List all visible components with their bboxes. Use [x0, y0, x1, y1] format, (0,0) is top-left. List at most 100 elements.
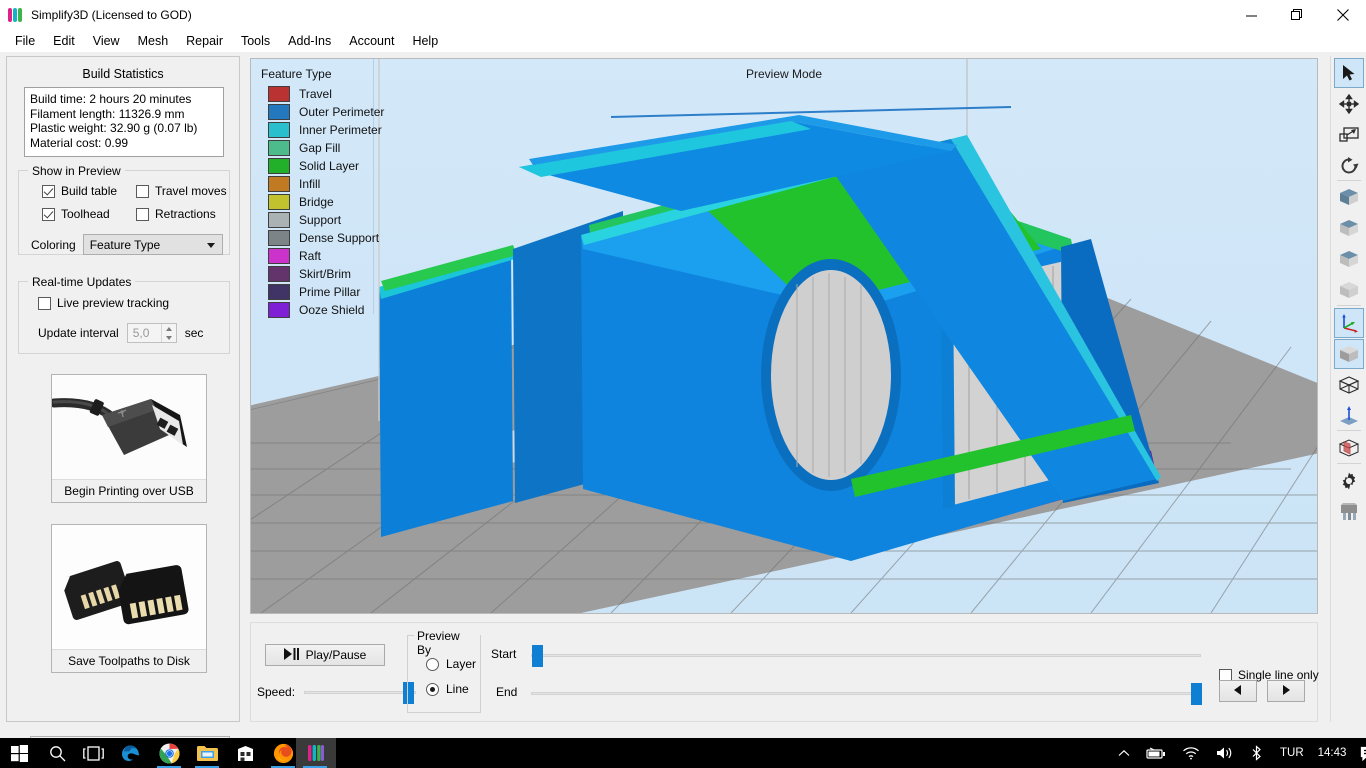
left-panel: Build Statistics Build time: 2 hours 20 …	[6, 56, 240, 767]
legend-label-bridge: Bridge	[299, 195, 334, 209]
wifi-icon[interactable]	[1174, 738, 1208, 768]
toolhead-checkbox-box[interactable]	[42, 207, 55, 221]
checkbox-build-table[interactable]: Build table	[42, 184, 117, 198]
store-icon[interactable]	[226, 738, 264, 768]
save-toolpaths-to-disk-button[interactable]: Save Toolpaths to Disk	[51, 524, 207, 673]
minimize-icon[interactable]	[1228, 0, 1274, 30]
menu-mesh[interactable]: Mesh	[129, 31, 178, 51]
simplify3d-icon[interactable]	[296, 738, 336, 768]
cross-section-tool[interactable]	[1334, 433, 1364, 463]
clock[interactable]: 14:43	[1312, 738, 1353, 768]
retractions-label: Retractions	[155, 207, 216, 221]
play-pause-label: Play/Pause	[305, 648, 367, 662]
edge-icon[interactable]	[112, 738, 150, 768]
preview-viewport[interactable]: Preview Mode Feature Type Travel Outer P…	[250, 58, 1318, 614]
live-preview-checkbox-box[interactable]	[38, 296, 51, 310]
legend-item-support[interactable]: Support	[259, 211, 384, 229]
legend-item-gap-fill[interactable]: Gap Fill	[259, 139, 384, 157]
battery-icon[interactable]	[1138, 738, 1174, 768]
stepper-down-icon[interactable]	[162, 333, 176, 342]
language-indicator[interactable]: TUR	[1272, 738, 1312, 768]
legend-label-travel: Travel	[299, 87, 332, 101]
move-tool[interactable]	[1334, 89, 1364, 119]
speed-slider-row: Speed:	[257, 681, 417, 704]
checkbox-retractions[interactable]: Retractions	[136, 207, 216, 221]
menu-tools[interactable]: Tools	[232, 31, 279, 51]
menu-help[interactable]: Help	[403, 31, 447, 51]
legend-item-outer-perimeter[interactable]: Outer Perimeter	[259, 103, 384, 121]
menu-repair[interactable]: Repair	[177, 31, 232, 51]
start-slider[interactable]	[531, 645, 1201, 667]
checkbox-toolhead[interactable]: Toolhead	[42, 207, 110, 221]
settings-gear-tool[interactable]	[1334, 466, 1364, 496]
menu-add-ins[interactable]: Add-Ins	[279, 31, 340, 51]
taskbar: TUR 14:43	[0, 738, 1366, 768]
sd-button-caption: Save Toolpaths to Disk	[52, 649, 206, 672]
play-pause-button[interactable]: Play/Pause	[265, 644, 385, 666]
end-slider-thumb[interactable]	[1191, 683, 1202, 705]
solid-view-tool[interactable]	[1334, 339, 1364, 369]
travel-moves-checkbox-box[interactable]	[136, 184, 149, 198]
task-view-icon[interactable]	[74, 738, 112, 768]
chrome-icon[interactable]	[150, 738, 188, 768]
scale-tool[interactable]	[1334, 120, 1364, 150]
radio-preview-by-layer[interactable]: Layer	[419, 657, 476, 671]
legend-swatch-travel	[268, 86, 290, 102]
wireframe-view-tool[interactable]	[1334, 370, 1364, 400]
stepper-up-icon[interactable]	[162, 324, 176, 333]
rotate-tool[interactable]	[1334, 151, 1364, 181]
menu-file[interactable]: File	[6, 31, 44, 51]
layer-radio-circle[interactable]	[426, 657, 439, 671]
next-step-button[interactable]	[1267, 680, 1305, 702]
checkbox-live-preview-tracking[interactable]: Live preview tracking	[38, 296, 169, 310]
view-cube-top[interactable]	[1334, 244, 1364, 274]
preview-by-group: Preview By Layer Line	[407, 629, 481, 713]
search-icon[interactable]	[38, 738, 76, 768]
legend-item-bridge[interactable]: Bridge	[259, 193, 384, 211]
select-arrow-tool[interactable]	[1334, 58, 1364, 88]
speed-slider[interactable]	[304, 681, 417, 704]
checkbox-travel-moves[interactable]: Travel moves	[136, 184, 227, 198]
legend-label-outer-perimeter: Outer Perimeter	[299, 105, 385, 119]
view-cube-front[interactable]	[1334, 182, 1364, 212]
legend-item-solid-layer[interactable]: Solid Layer	[259, 157, 384, 175]
layer-radio-label: Layer	[446, 657, 477, 671]
end-slider[interactable]	[531, 683, 1202, 705]
legend-item-prime-pillar[interactable]: Prime Pillar	[259, 283, 384, 301]
legend-item-travel[interactable]: Travel	[259, 85, 384, 103]
line-radio-circle[interactable]	[426, 682, 439, 696]
menu-account[interactable]: Account	[340, 31, 403, 51]
previous-step-button[interactable]	[1219, 680, 1257, 702]
legend-item-inner-perimeter[interactable]: Inner Perimeter	[259, 121, 384, 139]
retractions-checkbox-box[interactable]	[136, 207, 149, 221]
menu-edit[interactable]: Edit	[44, 31, 84, 51]
bluetooth-icon[interactable]	[1242, 738, 1272, 768]
maximize-icon[interactable]	[1274, 0, 1320, 30]
ground-plane-tool[interactable]	[1334, 401, 1364, 431]
close-icon[interactable]	[1320, 0, 1366, 30]
toolbar-separator-2	[1337, 305, 1361, 306]
extruder-tool[interactable]	[1334, 497, 1364, 527]
legend-item-dense-support[interactable]: Dense Support	[259, 229, 384, 247]
volume-icon[interactable]	[1208, 738, 1242, 768]
start-slider-thumb[interactable]	[532, 645, 543, 667]
update-interval-stepper[interactable]: 5,0	[126, 323, 177, 343]
view-cube-iso[interactable]	[1334, 275, 1364, 305]
menu-view[interactable]: View	[84, 31, 129, 51]
notification-icon[interactable]	[1352, 738, 1366, 768]
stepper-arrows[interactable]	[160, 324, 176, 342]
coloring-select[interactable]: Feature Type	[82, 234, 223, 255]
legend-item-raft[interactable]: Raft	[259, 247, 384, 265]
view-cube-side[interactable]	[1334, 213, 1364, 243]
file-explorer-icon[interactable]	[188, 738, 226, 768]
legend-item-infill[interactable]: Infill	[259, 175, 384, 193]
legend-label-ooze-shield: Ooze Shield	[299, 303, 365, 317]
chevron-up-icon[interactable]	[1110, 738, 1138, 768]
begin-printing-over-usb-button[interactable]: Begin Printing over USB	[51, 374, 207, 503]
legend-item-ooze-shield[interactable]: Ooze Shield	[259, 301, 384, 319]
radio-preview-by-line[interactable]: Line	[419, 682, 469, 696]
legend-item-skirt-brim[interactable]: Skirt/Brim	[259, 265, 384, 283]
build-table-checkbox-box[interactable]	[42, 184, 55, 198]
windows-start-icon[interactable]	[0, 738, 38, 768]
axis-origin-tool[interactable]	[1334, 308, 1364, 338]
